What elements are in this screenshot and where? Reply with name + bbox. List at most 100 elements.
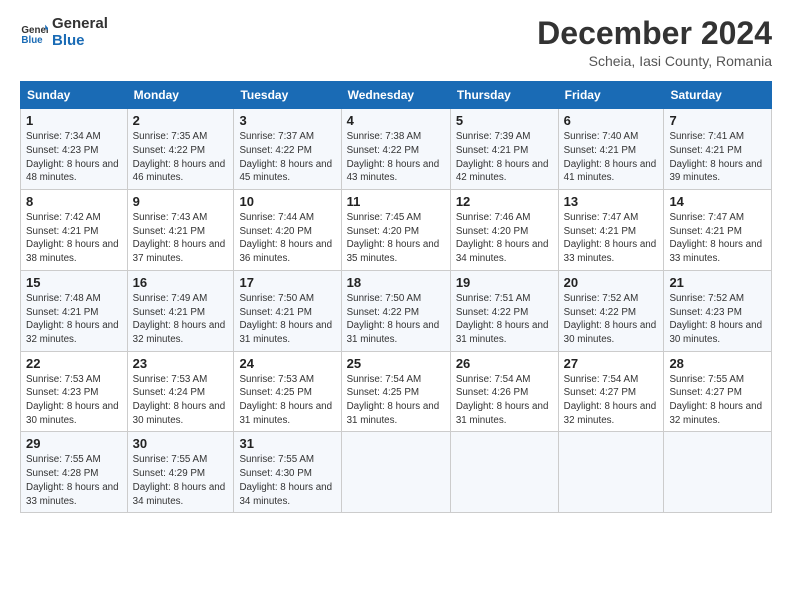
day-info: Sunrise: 7:38 AMSunset: 4:22 PMDaylight:… (347, 131, 440, 183)
day-number: 8 (26, 194, 122, 209)
calendar-day-cell (558, 432, 664, 513)
calendar-week-row: 15 Sunrise: 7:48 AMSunset: 4:21 PMDaylig… (21, 270, 772, 351)
calendar-day-cell: 6 Sunrise: 7:40 AMSunset: 4:21 PMDayligh… (558, 109, 664, 190)
day-info: Sunrise: 7:54 AMSunset: 4:26 PMDaylight:… (456, 374, 549, 426)
calendar-header: General Blue General Blue December 2024 … (20, 16, 772, 69)
calendar-day-cell: 12 Sunrise: 7:46 AMSunset: 4:20 PMDaylig… (450, 190, 558, 271)
logo-blue-text: Blue (52, 33, 108, 50)
col-tuesday: Tuesday (234, 82, 341, 109)
calendar-day-cell: 3 Sunrise: 7:37 AMSunset: 4:22 PMDayligh… (234, 109, 341, 190)
day-number: 21 (669, 275, 766, 290)
day-number: 1 (26, 113, 122, 128)
day-info: Sunrise: 7:39 AMSunset: 4:21 PMDaylight:… (456, 131, 549, 183)
logo: General Blue General Blue (20, 16, 108, 49)
day-number: 31 (239, 436, 335, 451)
day-info: Sunrise: 7:51 AMSunset: 4:22 PMDaylight:… (456, 293, 549, 345)
day-info: Sunrise: 7:52 AMSunset: 4:22 PMDaylight:… (564, 293, 657, 345)
day-info: Sunrise: 7:40 AMSunset: 4:21 PMDaylight:… (564, 131, 657, 183)
calendar-day-cell: 7 Sunrise: 7:41 AMSunset: 4:21 PMDayligh… (664, 109, 772, 190)
calendar-week-row: 8 Sunrise: 7:42 AMSunset: 4:21 PMDayligh… (21, 190, 772, 271)
day-info: Sunrise: 7:55 AMSunset: 4:30 PMDaylight:… (239, 454, 332, 506)
day-info: Sunrise: 7:54 AMSunset: 4:27 PMDaylight:… (564, 374, 657, 426)
calendar-week-row: 1 Sunrise: 7:34 AMSunset: 4:23 PMDayligh… (21, 109, 772, 190)
day-info: Sunrise: 7:44 AMSunset: 4:20 PMDaylight:… (239, 212, 332, 264)
calendar-day-cell: 22 Sunrise: 7:53 AMSunset: 4:23 PMDaylig… (21, 351, 128, 432)
calendar-day-cell: 24 Sunrise: 7:53 AMSunset: 4:25 PMDaylig… (234, 351, 341, 432)
day-number: 20 (564, 275, 659, 290)
day-info: Sunrise: 7:53 AMSunset: 4:25 PMDaylight:… (239, 374, 332, 426)
day-number: 13 (564, 194, 659, 209)
day-number: 9 (133, 194, 229, 209)
day-number: 26 (456, 356, 553, 371)
month-year-title: December 2024 (537, 16, 772, 51)
day-number: 11 (347, 194, 445, 209)
title-block: December 2024 Scheia, Iasi County, Roman… (537, 16, 772, 69)
day-info: Sunrise: 7:41 AMSunset: 4:21 PMDaylight:… (669, 131, 762, 183)
calendar-day-cell: 27 Sunrise: 7:54 AMSunset: 4:27 PMDaylig… (558, 351, 664, 432)
calendar-day-cell: 16 Sunrise: 7:49 AMSunset: 4:21 PMDaylig… (127, 270, 234, 351)
calendar-day-cell: 17 Sunrise: 7:50 AMSunset: 4:21 PMDaylig… (234, 270, 341, 351)
day-number: 4 (347, 113, 445, 128)
day-info: Sunrise: 7:47 AMSunset: 4:21 PMDaylight:… (564, 212, 657, 264)
day-info: Sunrise: 7:55 AMSunset: 4:28 PMDaylight:… (26, 454, 119, 506)
day-info: Sunrise: 7:55 AMSunset: 4:27 PMDaylight:… (669, 374, 762, 426)
day-info: Sunrise: 7:43 AMSunset: 4:21 PMDaylight:… (133, 212, 226, 264)
calendar-week-row: 29 Sunrise: 7:55 AMSunset: 4:28 PMDaylig… (21, 432, 772, 513)
calendar-day-cell: 21 Sunrise: 7:52 AMSunset: 4:23 PMDaylig… (664, 270, 772, 351)
calendar-day-cell: 25 Sunrise: 7:54 AMSunset: 4:25 PMDaylig… (341, 351, 450, 432)
col-monday: Monday (127, 82, 234, 109)
day-number: 27 (564, 356, 659, 371)
day-info: Sunrise: 7:37 AMSunset: 4:22 PMDaylight:… (239, 131, 332, 183)
day-info: Sunrise: 7:34 AMSunset: 4:23 PMDaylight:… (26, 131, 119, 183)
calendar-day-cell: 20 Sunrise: 7:52 AMSunset: 4:22 PMDaylig… (558, 270, 664, 351)
calendar-day-cell: 10 Sunrise: 7:44 AMSunset: 4:20 PMDaylig… (234, 190, 341, 271)
calendar-day-cell (341, 432, 450, 513)
calendar-day-cell: 26 Sunrise: 7:54 AMSunset: 4:26 PMDaylig… (450, 351, 558, 432)
svg-text:Blue: Blue (21, 34, 43, 45)
day-number: 6 (564, 113, 659, 128)
day-number: 7 (669, 113, 766, 128)
day-info: Sunrise: 7:48 AMSunset: 4:21 PMDaylight:… (26, 293, 119, 345)
calendar-day-cell: 29 Sunrise: 7:55 AMSunset: 4:28 PMDaylig… (21, 432, 128, 513)
day-number: 5 (456, 113, 553, 128)
day-number: 29 (26, 436, 122, 451)
day-number: 24 (239, 356, 335, 371)
day-info: Sunrise: 7:54 AMSunset: 4:25 PMDaylight:… (347, 374, 440, 426)
calendar-day-cell: 8 Sunrise: 7:42 AMSunset: 4:21 PMDayligh… (21, 190, 128, 271)
day-number: 2 (133, 113, 229, 128)
day-number: 14 (669, 194, 766, 209)
location-subtitle: Scheia, Iasi County, Romania (537, 53, 772, 69)
calendar-container: General Blue General Blue December 2024 … (0, 0, 792, 523)
day-number: 30 (133, 436, 229, 451)
calendar-day-cell: 28 Sunrise: 7:55 AMSunset: 4:27 PMDaylig… (664, 351, 772, 432)
calendar-day-cell (664, 432, 772, 513)
col-saturday: Saturday (664, 82, 772, 109)
calendar-day-cell: 2 Sunrise: 7:35 AMSunset: 4:22 PMDayligh… (127, 109, 234, 190)
day-info: Sunrise: 7:50 AMSunset: 4:21 PMDaylight:… (239, 293, 332, 345)
day-info: Sunrise: 7:46 AMSunset: 4:20 PMDaylight:… (456, 212, 549, 264)
generalblue-logo-icon: General Blue (20, 19, 48, 47)
day-number: 28 (669, 356, 766, 371)
day-info: Sunrise: 7:52 AMSunset: 4:23 PMDaylight:… (669, 293, 762, 345)
calendar-day-cell: 15 Sunrise: 7:48 AMSunset: 4:21 PMDaylig… (21, 270, 128, 351)
col-sunday: Sunday (21, 82, 128, 109)
calendar-day-cell: 14 Sunrise: 7:47 AMSunset: 4:21 PMDaylig… (664, 190, 772, 271)
calendar-day-cell: 11 Sunrise: 7:45 AMSunset: 4:20 PMDaylig… (341, 190, 450, 271)
day-number: 10 (239, 194, 335, 209)
day-number: 3 (239, 113, 335, 128)
col-wednesday: Wednesday (341, 82, 450, 109)
logo-general-text: General (52, 16, 108, 33)
day-number: 15 (26, 275, 122, 290)
day-info: Sunrise: 7:50 AMSunset: 4:22 PMDaylight:… (347, 293, 440, 345)
calendar-day-cell: 23 Sunrise: 7:53 AMSunset: 4:24 PMDaylig… (127, 351, 234, 432)
day-number: 12 (456, 194, 553, 209)
day-number: 16 (133, 275, 229, 290)
calendar-header-row: Sunday Monday Tuesday Wednesday Thursday… (21, 82, 772, 109)
col-thursday: Thursday (450, 82, 558, 109)
calendar-day-cell: 4 Sunrise: 7:38 AMSunset: 4:22 PMDayligh… (341, 109, 450, 190)
calendar-day-cell (450, 432, 558, 513)
day-number: 23 (133, 356, 229, 371)
day-info: Sunrise: 7:35 AMSunset: 4:22 PMDaylight:… (133, 131, 226, 183)
calendar-day-cell: 30 Sunrise: 7:55 AMSunset: 4:29 PMDaylig… (127, 432, 234, 513)
calendar-day-cell: 5 Sunrise: 7:39 AMSunset: 4:21 PMDayligh… (450, 109, 558, 190)
